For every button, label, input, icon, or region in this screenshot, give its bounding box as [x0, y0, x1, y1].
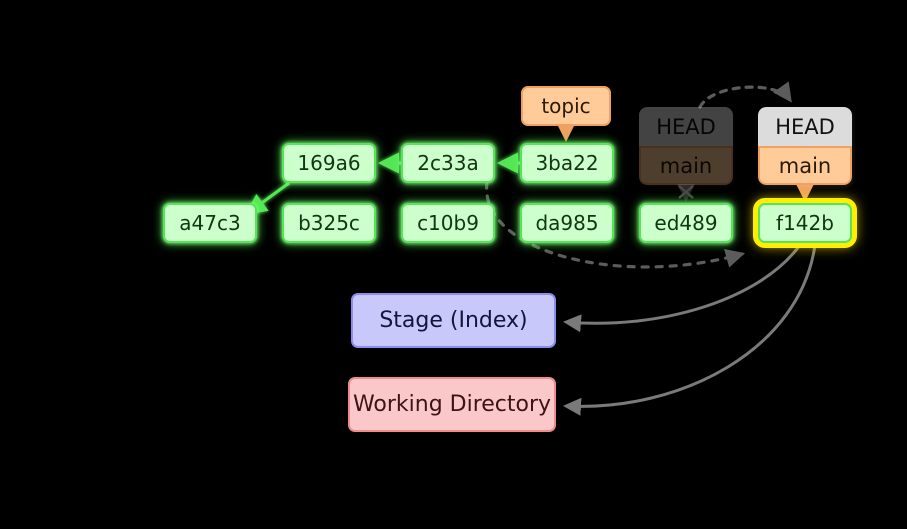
head-label-current-ref: main [758, 146, 852, 185]
head-move-dashed-arc [698, 81, 792, 109]
old-head-pointer-arrow [677, 184, 695, 202]
commit-to-working-directory-arrow [563, 244, 817, 416]
head-text: HEAD [775, 114, 835, 139]
commit-node-ed489[interactable]: ed489 [639, 203, 733, 243]
commit-node-da985[interactable]: da985 [520, 203, 614, 243]
stage-index-box[interactable]: Stage (Index) [351, 293, 556, 348]
working-directory-label: Working Directory [352, 392, 552, 417]
working-directory-box[interactable]: Working Directory [348, 377, 556, 432]
head-label-current[interactable]: HEAD main [758, 107, 852, 185]
commit-id: ed489 [654, 211, 718, 235]
commit-id: b325c [298, 211, 360, 235]
head-text: HEAD [656, 114, 716, 139]
commit-node-a47c3[interactable]: a47c3 [163, 203, 257, 243]
git-diagram-canvas: topic HEAD main HEAD main 169a6 2c33a 3b… [0, 0, 907, 529]
head-label-previous-head: HEAD [639, 107, 733, 146]
head-label-current-head: HEAD [758, 107, 852, 146]
commit-node-c10b9[interactable]: c10b9 [401, 203, 495, 243]
commit-id: da985 [535, 211, 599, 235]
commit-node-f142b[interactable]: f142b [758, 203, 852, 243]
branch-text: main [659, 153, 713, 178]
head-label-previous: HEAD main [639, 107, 733, 185]
commit-id: c10b9 [417, 211, 479, 235]
commit-id: 169a6 [297, 151, 361, 175]
commit-node-169a6[interactable]: 169a6 [282, 143, 376, 183]
branch-text: main [778, 153, 832, 178]
commit-to-stage-arrow [563, 244, 802, 333]
commit-node-3ba22[interactable]: 3ba22 [520, 143, 614, 183]
branch-label-topic-text: topic [541, 94, 591, 118]
commit-id: f142b [776, 211, 834, 235]
commit-node-2c33a[interactable]: 2c33a [401, 143, 495, 183]
commit-id: 2c33a [417, 151, 479, 175]
branch-label-topic[interactable]: topic [521, 86, 611, 126]
stage-index-label: Stage (Index) [379, 308, 528, 333]
commit-id: a47c3 [179, 211, 241, 235]
connector-layer [127, 81, 817, 416]
commit-id: 3ba22 [535, 151, 599, 175]
head-label-previous-ref: main [639, 146, 733, 185]
commit-node-b325c[interactable]: b325c [282, 203, 376, 243]
